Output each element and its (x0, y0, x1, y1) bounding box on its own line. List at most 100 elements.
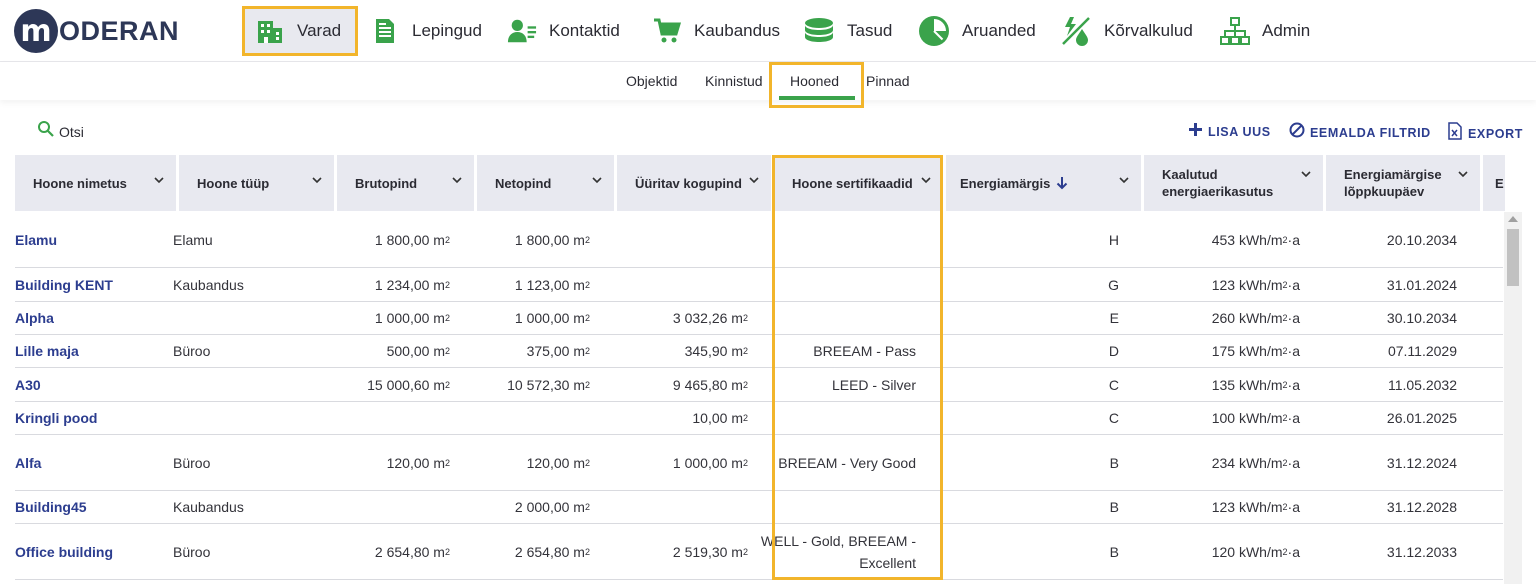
cell-rentable: 9 465,80 m2 (672, 376, 748, 393)
column-header-netopind[interactable]: Netopind (477, 155, 614, 211)
table-row[interactable]: A30 15 000,60 m 2 10 572,30 m2 9 465,80 m 2 LE… (15, 368, 1503, 402)
cell-cert (759, 268, 916, 301)
cell-name[interactable]: Building KENT (15, 268, 165, 301)
column-label: Energiamärgise lõppkuupäev (1344, 167, 1442, 199)
cell-name[interactable]: Building45 (15, 491, 165, 523)
cell-rentable: 1 000,00 m2 (672, 454, 748, 471)
cell-name[interactable]: Elamu (15, 212, 165, 267)
moderan-logo[interactable]: m ODERAN (14, 9, 179, 53)
scroll-up-arrow-icon[interactable] (1508, 216, 1518, 222)
nav-label: Admin (1262, 21, 1311, 40)
nav-kaubandus[interactable]: Kaubandus (652, 6, 780, 56)
excel-file-icon (1447, 122, 1463, 145)
cell-type: Kaubandus (173, 499, 244, 515)
cell-name[interactable]: Alpha (15, 302, 165, 334)
cell-type: Büroo (173, 343, 211, 359)
table-row[interactable]: Alfa Büroo 120,00 m 2 120,00 m2 1 000,00 m 2 BR… (15, 435, 1503, 491)
nav-label: Kõrvalkulud (1104, 21, 1193, 40)
nav-lepingud[interactable]: Lepingud (370, 6, 482, 56)
cell-type: Büroo (173, 543, 211, 560)
active-tab-highlight (769, 62, 864, 108)
table-row[interactable]: Alpha 1 000,00 m2 1 000,00 m2 3 032,26 m2 E 2… (15, 302, 1503, 335)
cell-net: 1 123,00 m2 (514, 276, 590, 293)
clear-filters-button[interactable]: EEMALDA FILTRID (1289, 122, 1431, 143)
export-button[interactable]: EXPORT (1447, 122, 1523, 145)
cell-label: D (1108, 343, 1119, 359)
table-row[interactable]: Building KENT Kaubandus 1 234,00 m2 1 123,0… (15, 268, 1503, 302)
cell-label: G (1108, 276, 1119, 293)
nav-label: Tasud (847, 21, 893, 40)
cell-type (173, 302, 323, 334)
scrollbar-thumb[interactable] (1507, 229, 1519, 286)
cell-gross: 500,00 m2 (386, 343, 450, 359)
search-icon (37, 120, 55, 143)
column-header-uuritav-kogupind[interactable]: Üüritav kogupind (617, 155, 771, 211)
contacts-icon (507, 16, 537, 46)
nav-admin[interactable]: Admin (1220, 6, 1310, 56)
column-label: Üüritav kogupind (635, 175, 742, 191)
cell-net: 2 000,00 m2 (514, 499, 590, 515)
tab-pinnad[interactable]: Pinnad (866, 73, 910, 89)
cell-energy: 100 kWh/m 2 ·a (1211, 410, 1300, 426)
nav-tasud[interactable]: Tasud (803, 6, 892, 56)
column-label: Energiamärgis (960, 175, 1051, 191)
tab-objektid[interactable]: Objektid (626, 73, 677, 89)
add-new-label: LISA UUS (1208, 125, 1271, 139)
cell-rentable: 2 519,30 m2 (672, 543, 748, 560)
cell-energy: 260 kWh/m 2 ·a (1211, 310, 1300, 326)
cell-net (462, 402, 590, 434)
cell-cert (759, 402, 916, 434)
cell-cert: BREEAM - Pass (813, 343, 916, 359)
cell-energy: 120 kWh/m 2 ·a (1211, 543, 1300, 560)
cell-name[interactable]: Kringli pood (15, 402, 165, 434)
table-row[interactable]: Elamu Elamu 1 800,00 m2 1 800,00 m 2 H 453 kWh… (15, 212, 1503, 268)
cell-label: C (1108, 410, 1119, 426)
column-header-partial[interactable]: E (1483, 155, 1505, 211)
cell-rentable (602, 268, 748, 301)
cell-gross (322, 402, 450, 434)
table-row[interactable]: Building45 Kaubandus 2 000,00 m 2 B 123 kWh/m… (15, 491, 1503, 524)
cell-gross: 1 800,00 m2 (374, 231, 450, 248)
column-header-kaalutud-energiaerikasutus[interactable]: Kaalutud energiaerikasutus (1144, 155, 1323, 211)
table-row[interactable]: Lille maja Büroo 500,00 m 2 375,00 m 2 345,90 … (15, 335, 1503, 368)
cell-name[interactable]: Lille maja (15, 335, 165, 367)
search-button[interactable]: Otsi (37, 120, 84, 143)
table-row[interactable]: Kringli pood 10,00 m 2 C 100 kWh/m 2 ·a 26.01.… (15, 402, 1503, 435)
column-header-energiamargis[interactable]: Energiamärgis (946, 155, 1141, 211)
nav-korvalkulud[interactable]: Kõrvalkulud (1060, 6, 1193, 56)
cell-energy: 175 kWh/m 2 ·a (1211, 343, 1300, 359)
column-header-energiamargise-loppkuupaev[interactable]: Energiamärgise lõppkuupäev (1326, 155, 1480, 211)
cell-net: 2 654,80 m2 (514, 543, 590, 560)
cell-energy: 123 kWh/m 2 ·a (1211, 276, 1300, 293)
nav-label: Aruanded (962, 21, 1036, 40)
add-new-button[interactable]: LISA UUS (1188, 122, 1271, 142)
cell-name[interactable]: Alfa (15, 435, 165, 490)
plus-icon (1188, 122, 1203, 142)
cell-net: 375,00 m2 (526, 343, 590, 359)
cell-gross: 120,00 m2 (386, 454, 450, 471)
nav-label: Varad (297, 21, 342, 40)
nav-aruanded[interactable]: Aruanded (918, 6, 1036, 56)
column-header-hoone-tuup[interactable]: Hoone tüüp (179, 155, 334, 211)
column-header-hoone-sertifikaadid[interactable]: Hoone sertifikaadid (774, 155, 943, 211)
nav-label: Kaubandus (694, 21, 781, 40)
chevron-down-icon (1301, 171, 1311, 178)
chevron-down-icon (154, 177, 164, 184)
cell-net: 1 800,00 m2 (514, 231, 590, 248)
cell-expiry: 20.10.2034 (1386, 231, 1457, 248)
cell-name[interactable]: A30 (15, 368, 165, 401)
table-row[interactable]: Office building Büroo 2 654,80 m2 2 654,80 … (15, 524, 1503, 580)
nav-varad[interactable]: Varad (242, 6, 358, 56)
nav-kontaktid[interactable]: Kontaktid (507, 6, 620, 56)
column-header-hoone-nimetus[interactable]: Hoone nimetus (15, 155, 176, 211)
tab-kinnistud[interactable]: Kinnistud (705, 73, 763, 89)
column-header-brutopind[interactable]: Brutopind (337, 155, 474, 211)
active-tab-underline (779, 96, 855, 100)
no-entry-icon (1289, 122, 1305, 143)
cell-type: Elamu (173, 231, 213, 248)
cell-cert: LEED - Silver (831, 376, 916, 393)
cell-expiry: 31.01.2024 (1386, 276, 1457, 293)
cell-name[interactable]: Office building (15, 524, 165, 579)
cell-label: B (1109, 454, 1119, 471)
pie-chart-icon (918, 16, 950, 46)
